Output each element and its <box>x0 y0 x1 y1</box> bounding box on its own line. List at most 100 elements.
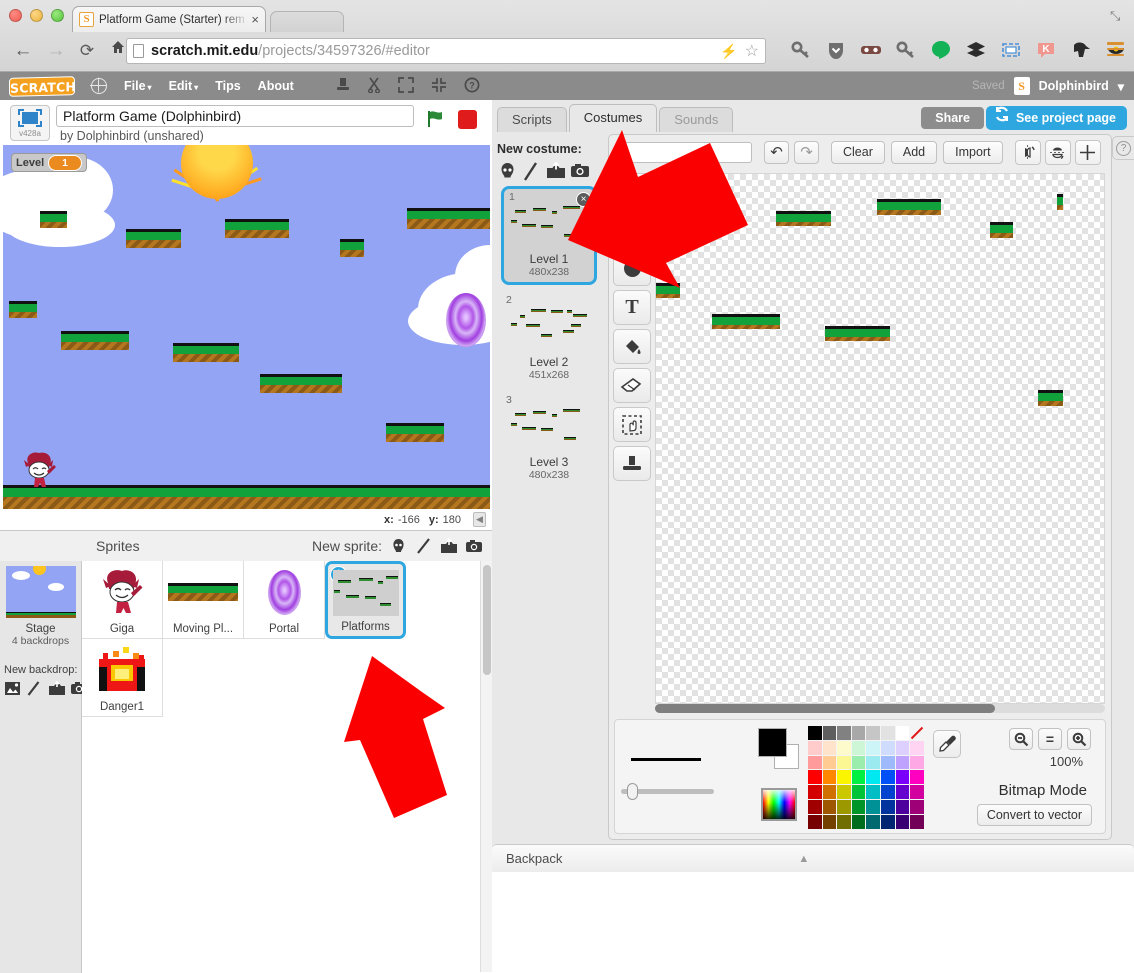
palette-color-36[interactable] <box>866 785 880 799</box>
account-chevron-down-icon[interactable]: ▾ <box>1118 79 1124 94</box>
palette-color-8[interactable] <box>808 740 822 755</box>
palette-color-43[interactable] <box>851 799 866 814</box>
menu-edit[interactable]: Edit ▾ <box>169 79 199 93</box>
share-button[interactable]: Share <box>921 107 984 129</box>
palette-color-12[interactable] <box>866 740 880 755</box>
palette-color-46[interactable] <box>895 799 910 814</box>
new-tab-button[interactable] <box>270 11 344 32</box>
bookmark-star-icon[interactable]: ☆ <box>745 41 759 61</box>
palette-color-0[interactable] <box>808 726 822 740</box>
fill-tool[interactable] <box>613 329 651 364</box>
sprite-item-platforms[interactable]: i Platforms <box>325 561 406 639</box>
palette-color-48[interactable] <box>808 814 822 829</box>
upload-backdrop-icon[interactable] <box>48 680 65 698</box>
menu-about[interactable]: About <box>258 79 294 93</box>
zoom-out-button[interactable] <box>1009 728 1033 750</box>
rectangle-tool[interactable] <box>613 212 651 247</box>
foreground-color-swatch[interactable] <box>758 728 787 757</box>
key2-icon[interactable] <box>895 38 917 62</box>
browser-tab[interactable]: S Platform Game (Starter) rem × <box>72 6 266 32</box>
palette-color-9[interactable] <box>822 740 837 755</box>
stop-icon[interactable] <box>458 110 477 129</box>
palette-color-1[interactable] <box>822 726 837 740</box>
address-bar[interactable]: scratch.mit.edu/projects/34597326/#edito… <box>126 38 766 64</box>
palette-color-2[interactable] <box>837 726 851 740</box>
flip-vertical-icon[interactable] <box>1044 139 1071 165</box>
shrink-icon[interactable] <box>431 77 447 96</box>
key-icon[interactable] <box>790 38 812 62</box>
palette-color-41[interactable] <box>822 799 837 814</box>
palette-color-24[interactable] <box>808 770 822 785</box>
palette-color-15[interactable] <box>910 740 924 755</box>
palette-color-31[interactable] <box>910 770 924 785</box>
sprite-item-moving-platform[interactable]: Moving Pl... <box>163 561 244 639</box>
costume-name-input[interactable] <box>617 141 752 163</box>
palette-color-22[interactable] <box>895 755 910 770</box>
palette-color-25[interactable] <box>822 770 837 785</box>
costume-item-3[interactable]: 3 Level 3 480x238 <box>501 392 597 485</box>
text-tool[interactable]: T <box>613 290 651 325</box>
camera-costume-icon[interactable] <box>570 162 589 179</box>
brush-size-slider[interactable] <box>621 782 714 800</box>
forward-icon[interactable]: → <box>43 38 69 64</box>
scrollbar-thumb[interactable] <box>655 704 995 713</box>
rainbow-color-picker[interactable] <box>761 788 797 821</box>
zoom-reset-button[interactable]: = <box>1038 728 1062 750</box>
palette-color-18[interactable] <box>837 755 851 770</box>
palette-color-19[interactable] <box>851 755 866 770</box>
scratch-logo[interactable]: SCRATCH <box>9 75 76 97</box>
scissors-icon[interactable] <box>367 77 381 96</box>
palette-color-4[interactable] <box>866 726 880 740</box>
palette-color-40[interactable] <box>808 799 822 814</box>
stage-canvas[interactable]: Level 1 <box>3 145 490 509</box>
layers-icon[interactable] <box>965 38 987 62</box>
palette-color-23[interactable] <box>910 755 924 770</box>
ninja-icon[interactable] <box>1070 38 1092 62</box>
back-icon[interactable]: ← <box>10 38 36 64</box>
grow-icon[interactable] <box>397 76 414 96</box>
project-title-input[interactable] <box>56 105 414 127</box>
user-avatar-icon[interactable]: S <box>1013 77 1030 95</box>
tab-close-icon[interactable]: × <box>251 12 259 27</box>
palette-color-21[interactable] <box>880 755 895 770</box>
duplicate-stamp-icon[interactable] <box>336 77 350 96</box>
palette-color-44[interactable] <box>866 799 880 814</box>
select-tool[interactable] <box>613 407 651 442</box>
costume-item-1[interactable]: 1 × Level 1 480x238 <box>501 186 597 285</box>
paint-costume-icon[interactable] <box>522 162 539 181</box>
palette-color-14[interactable] <box>895 740 910 755</box>
globe-icon[interactable] <box>90 77 107 94</box>
palette-color-3[interactable] <box>851 726 866 740</box>
maximize-window-button[interactable] <box>51 9 64 22</box>
paint-brush-icon[interactable] <box>415 537 432 555</box>
see-project-page-button[interactable]: See project page <box>985 106 1127 130</box>
collapse-stage-icon[interactable]: ◀ <box>473 512 486 527</box>
sprite-item-portal[interactable]: Portal <box>244 561 325 639</box>
set-costume-center-icon[interactable] <box>1074 139 1101 165</box>
undo-button[interactable]: ↶ <box>764 140 789 164</box>
palette-color-11[interactable] <box>851 740 866 755</box>
palette-color-38[interactable] <box>895 785 910 799</box>
costume-item-2[interactable]: 2 Level 2 451x268 <box>501 292 597 385</box>
sprite-list-scrollbar[interactable] <box>480 561 492 972</box>
palette-color-34[interactable] <box>837 785 851 799</box>
palette-color-37[interactable] <box>880 785 895 799</box>
palette-color-39[interactable] <box>910 785 924 799</box>
palette-color-5[interactable] <box>880 726 895 740</box>
tab-scripts[interactable]: Scripts <box>497 107 567 132</box>
palette-color-55[interactable] <box>910 814 924 829</box>
palette-color-33[interactable] <box>822 785 837 799</box>
scrollbar-thumb[interactable] <box>483 565 491 675</box>
menu-tips[interactable]: Tips <box>215 79 240 93</box>
backdrop-library-icon[interactable] <box>4 681 21 698</box>
sprite-item-giga[interactable]: Giga <box>82 561 163 639</box>
camera-sprite-icon[interactable] <box>465 538 482 555</box>
palette-color-17[interactable] <box>822 755 837 770</box>
add-button[interactable]: Add <box>890 140 938 164</box>
flip-horizontal-icon[interactable] <box>1014 139 1041 165</box>
palette-color-32[interactable] <box>808 785 822 799</box>
tab-costumes[interactable]: Costumes <box>568 104 658 132</box>
backpack-bar[interactable]: Backpack ▲ <box>492 844 1134 872</box>
line-tool[interactable] <box>613 173 651 208</box>
palette-color-20[interactable] <box>866 755 880 770</box>
